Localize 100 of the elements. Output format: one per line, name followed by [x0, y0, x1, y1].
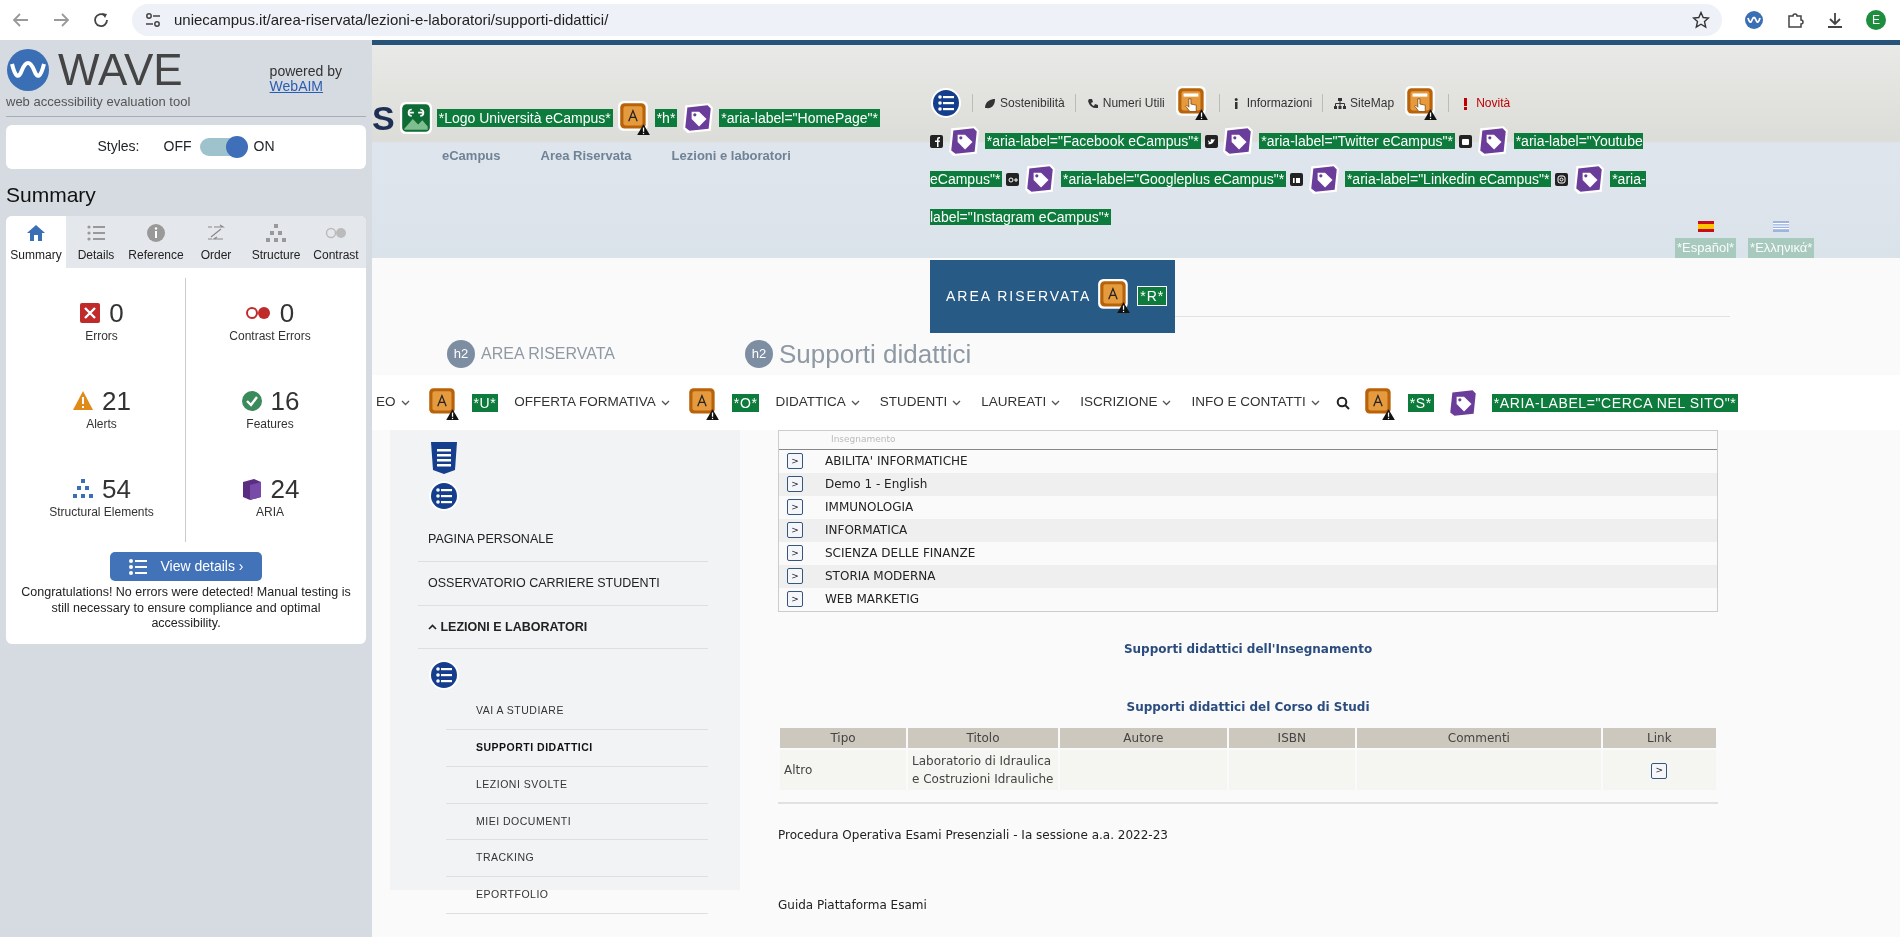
- tab[interactable]: Summary: [6, 216, 66, 268]
- section-heading: Supporti didattici del Corso di Studi: [1125, 698, 1371, 716]
- submenu-item[interactable]: MIEI DOCUMENTI: [446, 803, 708, 841]
- top-link[interactable]: Informazioni: [1246, 94, 1313, 112]
- list-icon[interactable]: [428, 480, 460, 512]
- wave-label: *Logo Università eCampus*: [436, 109, 613, 127]
- stat-label: Structural Elements: [49, 504, 154, 522]
- view-details-button[interactable]: View details ›: [110, 552, 262, 581]
- tab[interactable]: Reference: [126, 216, 186, 268]
- tag-icon[interactable]: [1307, 162, 1342, 197]
- wave-label: *R*: [1137, 286, 1168, 306]
- list-icon[interactable]: [428, 659, 460, 692]
- caret-up-icon: [428, 624, 437, 631]
- submenu-item[interactable]: SUPPORTI DIDATTICI: [446, 730, 708, 767]
- open-button[interactable]: >: [787, 453, 803, 469]
- download-icon[interactable]: [1826, 11, 1844, 29]
- menu-item[interactable]: LEZIONI E LABORATORI: [418, 605, 708, 650]
- nav-item[interactable]: DIDATTICA: [771, 392, 864, 413]
- heading-badge: h2: [447, 340, 475, 368]
- submenu-item[interactable]: EPORTFOLIO: [446, 877, 708, 914]
- styles-toggle[interactable]: [199, 137, 246, 156]
- course-name: INFORMATICA: [825, 522, 908, 539]
- social-icon[interactable]: [930, 134, 943, 148]
- submenu-item[interactable]: VAI A STUDIARE: [446, 693, 708, 730]
- social-icon[interactable]: [1290, 172, 1304, 186]
- nav-item[interactable]: INFO E CONTATTI: [1187, 392, 1324, 413]
- social-icon[interactable]: [1555, 172, 1569, 186]
- column-header: Commenti: [1357, 727, 1601, 748]
- profile-avatar[interactable]: E: [1866, 10, 1886, 30]
- column-header: Tipo: [780, 727, 907, 748]
- tab[interactable]: Contrast: [306, 216, 366, 268]
- social-icon[interactable]: [1458, 134, 1472, 148]
- star-icon[interactable]: [1692, 11, 1710, 29]
- address-bar[interactable]: uniecampus.it/area-riservata/lezioni-e-laboratori/supporti-didattici/: [132, 4, 1722, 36]
- count-number: 54: [102, 474, 131, 504]
- tag-icon[interactable]: [946, 124, 981, 159]
- table-cell: Laboratorio di Idraulica e Costruzioni Idrauliche: [908, 749, 1059, 790]
- home-icon: [25, 222, 47, 244]
- list-icon: [128, 557, 149, 576]
- nav-item[interactable]: OFFERTA FORMATIVA: [510, 392, 674, 413]
- pointer-alert-icon[interactable]: [1404, 85, 1439, 121]
- tab[interactable]: Order: [186, 216, 246, 268]
- tag-icon[interactable]: [1023, 162, 1058, 197]
- top-link[interactable]: Numeri Utili: [1102, 94, 1165, 112]
- nav-item[interactable]: ISCRIZIONE: [1076, 392, 1176, 413]
- count-number: 21: [102, 386, 131, 416]
- open-button[interactable]: >: [1651, 762, 1668, 779]
- top-link[interactable]: Sostenibilità: [1000, 94, 1065, 112]
- column-header: Titolo: [908, 727, 1059, 748]
- open-button[interactable]: >: [787, 591, 803, 607]
- menu-item[interactable]: PAGINA PERSONALE: [418, 518, 708, 562]
- menu-item[interactable]: OSSERVATORIO CARRIERE STUDENTI: [418, 561, 708, 606]
- search-icon[interactable]: [1335, 395, 1350, 410]
- top-link[interactable]: SiteMap: [1350, 94, 1395, 112]
- tag-icon[interactable]: [1572, 162, 1607, 197]
- tree-icon: [265, 222, 287, 244]
- off-label: OFF: [163, 137, 192, 156]
- error-icon: [79, 302, 102, 324]
- nav-item[interactable]: STUDENTI: [875, 392, 966, 413]
- forward-icon[interactable]: [52, 11, 70, 29]
- paragraph: Guida Piattaforma Esami: [778, 896, 928, 914]
- reload-icon[interactable]: [92, 11, 110, 29]
- course-name: SCIENZA DELLE FINANZE: [825, 545, 976, 562]
- open-button[interactable]: >: [787, 499, 803, 515]
- nav-item[interactable]: LAUREATI: [977, 392, 1065, 413]
- table-cell: Altro: [780, 749, 907, 790]
- social-icon[interactable]: [1204, 134, 1218, 148]
- open-button[interactable]: >: [787, 545, 803, 561]
- alert-icon[interactable]: [1097, 278, 1132, 314]
- leaf-icon: [983, 96, 996, 110]
- social-icon[interactable]: [1006, 172, 1020, 186]
- area-riservata-button[interactable]: AREA RISERVATA *R*: [930, 259, 1175, 333]
- tag-icon[interactable]: [1221, 124, 1256, 159]
- image-link-icon[interactable]: [398, 101, 433, 135]
- open-button[interactable]: >: [787, 476, 803, 492]
- back-icon[interactable]: [12, 11, 30, 29]
- stat-label: Features: [246, 416, 294, 434]
- top-link[interactable]: Novità: [1476, 94, 1511, 112]
- alert-icon[interactable]: [616, 100, 651, 136]
- puzzle-icon[interactable]: [1786, 11, 1804, 29]
- caret-icon: [1162, 399, 1172, 406]
- open-button[interactable]: >: [787, 522, 803, 538]
- caret-icon: [952, 399, 962, 406]
- tab[interactable]: Structure: [246, 216, 306, 268]
- pointer-alert-icon[interactable]: [1174, 85, 1209, 121]
- column-header: Insegnamento: [779, 431, 1717, 450]
- wave-title: WAVE: [58, 48, 183, 92]
- tag-icon[interactable]: [1475, 124, 1510, 159]
- tab[interactable]: Details: [66, 216, 126, 268]
- submenu-item[interactable]: LEZIONI SVOLTE: [446, 766, 708, 804]
- nav-item[interactable]: EO: [372, 392, 414, 413]
- tag-icon[interactable]: [681, 101, 716, 135]
- site-settings-icon[interactable]: [144, 11, 162, 29]
- submenu-item[interactable]: TRACKING: [446, 840, 708, 877]
- info-icon: [145, 222, 167, 244]
- webaim-link[interactable]: WebAIM: [269, 78, 324, 95]
- shield-list-icon[interactable]: [428, 440, 460, 476]
- list-icon[interactable]: [930, 87, 962, 119]
- open-button[interactable]: >: [787, 568, 803, 584]
- wave-extension-icon[interactable]: [1744, 10, 1764, 30]
